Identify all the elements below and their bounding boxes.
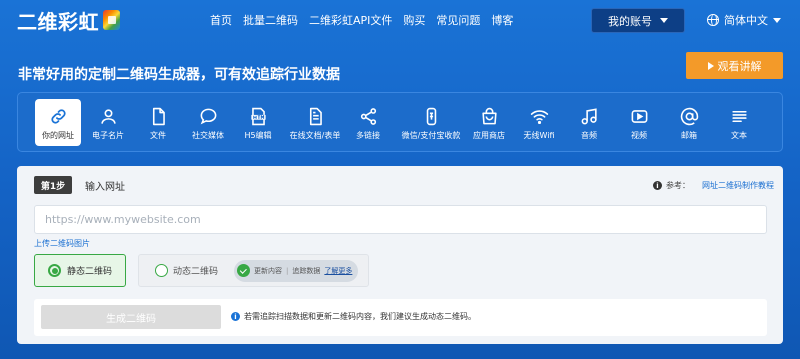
tab-online-doc[interactable]: 在线文档/表单 — [289, 99, 341, 146]
tab-vcard[interactable]: 电子名片 — [85, 99, 131, 146]
at-icon — [679, 106, 699, 126]
tab-video[interactable]: 视频 — [616, 99, 662, 146]
tab-label: 多链接 — [356, 131, 380, 140]
info-icon: i — [653, 181, 662, 190]
store-icon — [479, 106, 499, 126]
info-icon: i — [231, 312, 240, 321]
watch-video-button[interactable]: 观看讲解 — [686, 52, 783, 79]
tab-label: 在线文档/表单 — [289, 131, 341, 140]
qr-type-tabs: 你的网址 电子名片 文件 社交媒体 H5编辑 在线文档/表单 多链接 微信/支付… — [17, 92, 783, 152]
account-label: 我的账号 — [608, 14, 652, 28]
tab-label: 音频 — [581, 131, 597, 140]
generate-note: i 若需追踪扫描数据和更新二维码内容，我们建议生成动态二维码。 — [231, 311, 476, 322]
page-headline: 非常好用的定制二维码生成器，可有效追踪行业数据 — [18, 67, 340, 83]
learn-more-link[interactable]: 了解更多 — [324, 266, 352, 276]
text-icon — [729, 106, 749, 126]
share-icon — [358, 106, 378, 126]
static-qr-label: 静态二维码 — [67, 267, 113, 277]
watch-video-label: 观看讲解 — [717, 59, 762, 73]
link-icon — [48, 106, 68, 126]
globe-icon — [707, 14, 719, 26]
url-input[interactable] — [34, 205, 767, 234]
language-selector[interactable]: 简体中文 — [707, 12, 781, 28]
chat-bubble-icon — [198, 106, 218, 126]
top-header: 二维彩虹 首页 批量二维码 二维彩虹API文件 购买 常见问题 博客 我的账号 … — [0, 0, 800, 40]
check-circle-icon — [237, 264, 251, 277]
tab-label: 文本 — [731, 131, 747, 140]
step-title: 输入网址 — [85, 182, 125, 193]
music-icon — [579, 106, 599, 126]
feature-track: 追踪数据 — [292, 266, 321, 275]
step-panel: 第1步 输入网址 i 参考： 网址二维码制作教程 上传二维码图片 静态二维码 动… — [17, 166, 783, 344]
tab-file[interactable]: 文件 — [135, 99, 181, 146]
feature-update: 更新内容 — [254, 266, 283, 275]
dynamic-qr-label: 动态二维码 — [173, 267, 219, 277]
tab-label: 电子名片 — [92, 131, 124, 140]
tab-url[interactable]: 你的网址 — [35, 99, 81, 146]
tab-label: 无线Wifi — [523, 131, 555, 140]
play-icon — [707, 61, 714, 70]
tab-label: 邮箱 — [681, 131, 697, 140]
nav-buy[interactable]: 购买 — [403, 12, 425, 28]
tab-label: 你的网址 — [42, 131, 74, 140]
wifi-icon — [529, 106, 549, 126]
tab-email[interactable]: 邮箱 — [666, 99, 712, 146]
tab-text[interactable]: 文本 — [716, 99, 762, 146]
tab-label: 社交媒体 — [192, 131, 224, 140]
tab-app-store[interactable]: 应用商店 — [466, 99, 512, 146]
nav-batch-qr[interactable]: 批量二维码 — [243, 12, 298, 28]
nav-faq[interactable]: 常见问题 — [436, 12, 480, 28]
dynamic-features-pill: 更新内容 | 追踪数据 了解更多 — [234, 259, 359, 282]
dynamic-qr-option[interactable]: 动态二维码 更新内容 | 追踪数据 了解更多 — [138, 254, 369, 287]
separator: | — [286, 266, 289, 275]
tab-label: 文件 — [150, 131, 166, 140]
tab-social[interactable]: 社交媒体 — [185, 99, 231, 146]
tab-label: H5编辑 — [244, 131, 272, 140]
generate-qr-button[interactable]: 生成二维码 — [41, 305, 221, 329]
tab-audio[interactable]: 音频 — [566, 99, 612, 146]
generate-bar: 生成二维码 i 若需追踪扫描数据和更新二维码内容，我们建议生成动态二维码。 — [34, 299, 767, 336]
language-label: 简体中文 — [724, 14, 768, 27]
nav-api-docs[interactable]: 二维彩虹API文件 — [309, 12, 392, 28]
nav-blog[interactable]: 博客 — [491, 12, 513, 28]
chevron-down-icon — [660, 18, 668, 23]
reference: i 参考： 网址二维码制作教程 — [653, 180, 774, 191]
tutorial-link[interactable]: 网址二维码制作教程 — [702, 180, 774, 191]
tab-h5[interactable]: H5编辑 — [235, 99, 281, 146]
tab-multi-link[interactable]: 多链接 — [345, 99, 391, 146]
reference-label: 参考： — [666, 181, 690, 190]
main-nav: 首页 批量二维码 二维彩虹API文件 购买 常见问题 博客 — [210, 12, 524, 28]
chevron-down-icon — [773, 17, 781, 23]
person-icon — [98, 106, 118, 126]
video-icon — [629, 106, 649, 126]
static-qr-option[interactable]: 静态二维码 — [34, 254, 126, 287]
html-icon — [248, 106, 268, 126]
nav-home[interactable]: 首页 — [210, 12, 232, 28]
wallet-icon — [421, 106, 441, 126]
file-icon — [148, 106, 168, 126]
logo-text: 二维彩虹 — [17, 9, 99, 34]
document-icon — [305, 106, 325, 126]
tab-label: 微信/支付宝收款 — [401, 131, 461, 140]
radio-selected-icon — [48, 264, 61, 277]
tab-wifi[interactable]: 无线Wifi — [516, 99, 562, 146]
tab-payment[interactable]: 微信/支付宝收款 — [402, 99, 460, 146]
step-badge: 第1步 — [34, 176, 72, 194]
account-dropdown[interactable]: 我的账号 — [591, 8, 685, 33]
tab-label: 应用商店 — [473, 131, 505, 140]
radio-unselected-icon — [155, 264, 168, 277]
tab-label: 视频 — [631, 131, 647, 140]
logo-mark-icon — [103, 10, 120, 30]
upload-qr-image-link[interactable]: 上传二维码图片 — [34, 238, 90, 249]
generate-note-text: 若需追踪扫描数据和更新二维码内容，我们建议生成动态二维码。 — [244, 312, 476, 321]
logo[interactable]: 二维彩虹 — [17, 8, 120, 34]
